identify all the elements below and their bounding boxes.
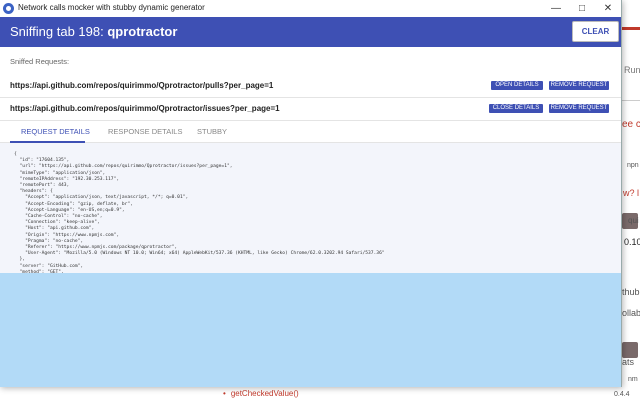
close-details-button[interactable]: CLOSE DETAILS <box>489 104 543 113</box>
request-row: https://api.github.com/repos/quirimmo/Qp… <box>0 75 621 98</box>
get-checked-value-link[interactable]: getCheckedValue() <box>223 389 299 398</box>
details-tabs: REQUEST DETAILS RESPONSE DETAILS STUBBY <box>0 120 621 143</box>
request-url: https://api.github.com/repos/quirimmo/Qp… <box>10 104 280 113</box>
background-fragment: 0.4.4 <box>614 391 630 398</box>
request-url: https://api.github.com/repos/quirimmo/Qp… <box>10 81 274 90</box>
background-fragment: thub <box>622 287 640 297</box>
page-title: Sniffing tab 198: qprotractor <box>10 24 177 39</box>
remove-request-button[interactable]: REMOVE REQUEST <box>549 81 609 90</box>
app-icon <box>3 3 14 14</box>
minimize-icon[interactable]: — <box>543 0 569 17</box>
tab-request-details[interactable]: REQUEST DETAILS <box>21 127 90 136</box>
background-fragment: w? l <box>623 188 640 198</box>
maximize-icon[interactable]: □ <box>569 0 595 17</box>
background-fragment: qui <box>628 216 639 225</box>
remove-request-button[interactable]: REMOVE REQUEST <box>549 104 609 113</box>
window-titlebar[interactable]: Network calls mocker with stubby dynamic… <box>0 0 621 18</box>
background-fragment: ollab <box>622 308 640 318</box>
tab-name: qprotractor <box>107 24 178 39</box>
request-details-json: { "id": "17604.135", "url": "https://api… <box>14 152 385 287</box>
tab-response-details[interactable]: RESPONSE DETAILS <box>108 127 182 136</box>
background-fragment: ats <box>622 357 635 367</box>
close-icon[interactable]: ✕ <box>595 0 621 17</box>
page-title-prefix: Sniffing tab 198: <box>10 24 108 39</box>
background-fragment: npn <box>627 162 639 169</box>
clear-button[interactable]: CLEAR <box>572 21 619 42</box>
app-header: Sniffing tab 198: qprotractor CLEAR <box>0 17 621 47</box>
background-fragment: Run <box>624 65 640 75</box>
mocker-window: Network calls mocker with stubby dynamic… <box>0 0 622 387</box>
background-avatar <box>622 342 638 358</box>
request-row: https://api.github.com/repos/quirimmo/Qp… <box>0 98 621 121</box>
open-details-button[interactable]: OPEN DETAILS <box>491 81 543 90</box>
background-fragment: nm <box>628 376 638 383</box>
bottom-panel <box>0 273 621 387</box>
window-title: Network calls mocker with stubby dynamic… <box>18 3 205 12</box>
background-red-accent <box>620 27 640 30</box>
background-fragment: 0.10 <box>624 237 640 247</box>
tab-stubby[interactable]: STUBBY <box>197 127 227 136</box>
sniffed-requests-label: Sniffed Requests: <box>10 57 70 66</box>
background-fragment: ee c <box>622 119 640 130</box>
background-divider <box>620 100 640 101</box>
